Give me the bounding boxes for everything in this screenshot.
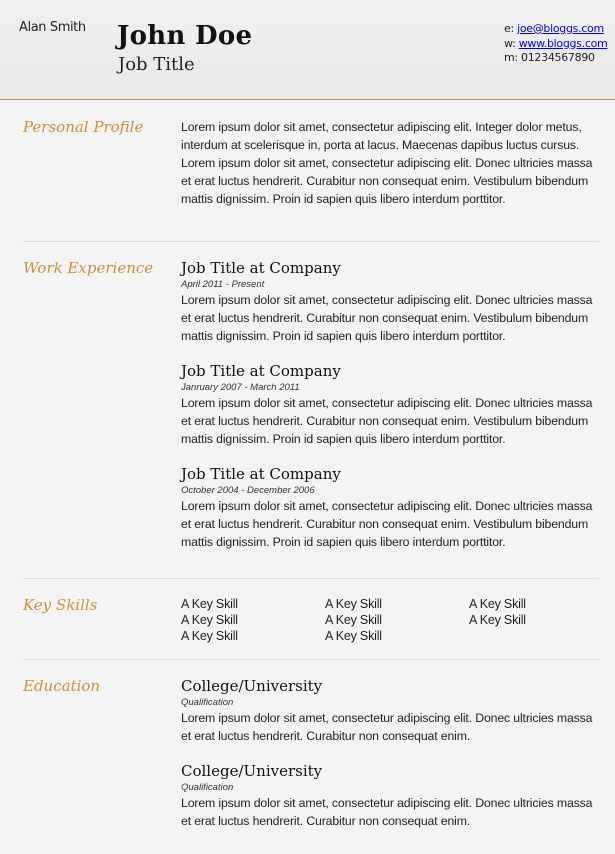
section-title-profile: Personal Profile [23, 118, 144, 136]
section-divider [23, 659, 599, 660]
education-description: Lorem ipsum dolor sit amet, consectetur … [181, 796, 593, 828]
cv-header: Alan Smith John Doe Job Title e: joe@blo… [0, 0, 615, 100]
contact-email-row: e: joe@bloggs.com [504, 22, 607, 37]
qualification: Qualification [181, 782, 234, 793]
job-date: October 2004 - December 2006 [181, 485, 315, 496]
skills-column: A Key Skill A Key Skill A Key Skill [181, 596, 325, 644]
section-title-skills: Key Skills [23, 596, 98, 614]
web-label: w: [504, 36, 519, 50]
skills-column: A Key Skill A Key Skill [469, 596, 613, 644]
institution-name: College/University [181, 762, 323, 780]
job-title: Job Title at Company [181, 259, 341, 277]
skill-item: A Key Skill [181, 629, 238, 643]
email-label: e: [504, 22, 518, 35]
skill-item: A Key Skill [181, 613, 238, 627]
education-description: Lorem ipsum dolor sit amet, consectetur … [181, 711, 593, 743]
candidate-name: John Doe [117, 21, 253, 51]
section-divider [23, 578, 599, 579]
job-date: Janruary 2007 - March 2011 [181, 382, 300, 393]
job-description: Lorem ipsum dolor sit amet, consectetur … [181, 293, 593, 343]
job-title: Job Title at Company [181, 362, 341, 380]
candidate-job-title: Job Title [118, 54, 195, 75]
profile-body: Lorem ipsum dolor sit amet, consectetur … [181, 118, 601, 208]
skills-grid: A Key Skill A Key Skill A Key Skill A Ke… [181, 596, 601, 644]
qualification: Qualification [181, 697, 234, 708]
job-entry: Job Title at Company April 2011 - Presen… [181, 259, 601, 345]
education-body: College/University Qualification Lorem i… [181, 677, 601, 840]
website-link[interactable]: www.bloggs.com [519, 37, 608, 50]
alt-name: Alan Smith [19, 20, 86, 35]
contact-phone-row: m: 01234567890 [504, 51, 607, 66]
job-entry: Job Title at Company Janruary 2007 - Mar… [181, 362, 601, 448]
contact-web-row: w: www.bloggs.com [504, 36, 608, 52]
job-entry: Job Title at Company October 2004 - Dece… [181, 465, 601, 551]
skills-column: A Key Skill A Key Skill A Key Skill [325, 596, 469, 644]
skills-body: A Key Skill A Key Skill A Key Skill A Ke… [181, 596, 601, 644]
institution-name: College/University [181, 677, 323, 695]
work-body: Job Title at Company April 2011 - Presen… [181, 259, 601, 561]
skill-item: A Key Skill [469, 613, 526, 627]
phone-number: 01234567890 [521, 51, 595, 64]
skill-item: A Key Skill [325, 597, 382, 611]
job-date: April 2011 - Present [181, 279, 265, 290]
profile-text: Lorem ipsum dolor sit amet, consectetur … [181, 120, 593, 206]
job-title: Job Title at Company [181, 465, 341, 483]
phone-label: m: [504, 51, 522, 64]
education-entry: College/University Qualification Lorem i… [181, 677, 601, 745]
skill-item: A Key Skill [325, 613, 382, 627]
education-entry: College/University Qualification Lorem i… [181, 762, 601, 830]
section-divider [23, 241, 599, 242]
skill-item: A Key Skill [469, 597, 526, 611]
section-title-work: Work Experience [23, 259, 154, 277]
contact-block: e: joe@bloggs.com w: www.bloggs.com m: 0… [504, 22, 608, 66]
section-title-education: Education [23, 677, 101, 695]
job-description: Lorem ipsum dolor sit amet, consectetur … [181, 396, 593, 446]
email-link[interactable]: joe@bloggs.com [517, 22, 604, 35]
skill-item: A Key Skill [181, 597, 238, 611]
job-description: Lorem ipsum dolor sit amet, consectetur … [181, 499, 593, 549]
skill-item: A Key Skill [325, 629, 382, 643]
